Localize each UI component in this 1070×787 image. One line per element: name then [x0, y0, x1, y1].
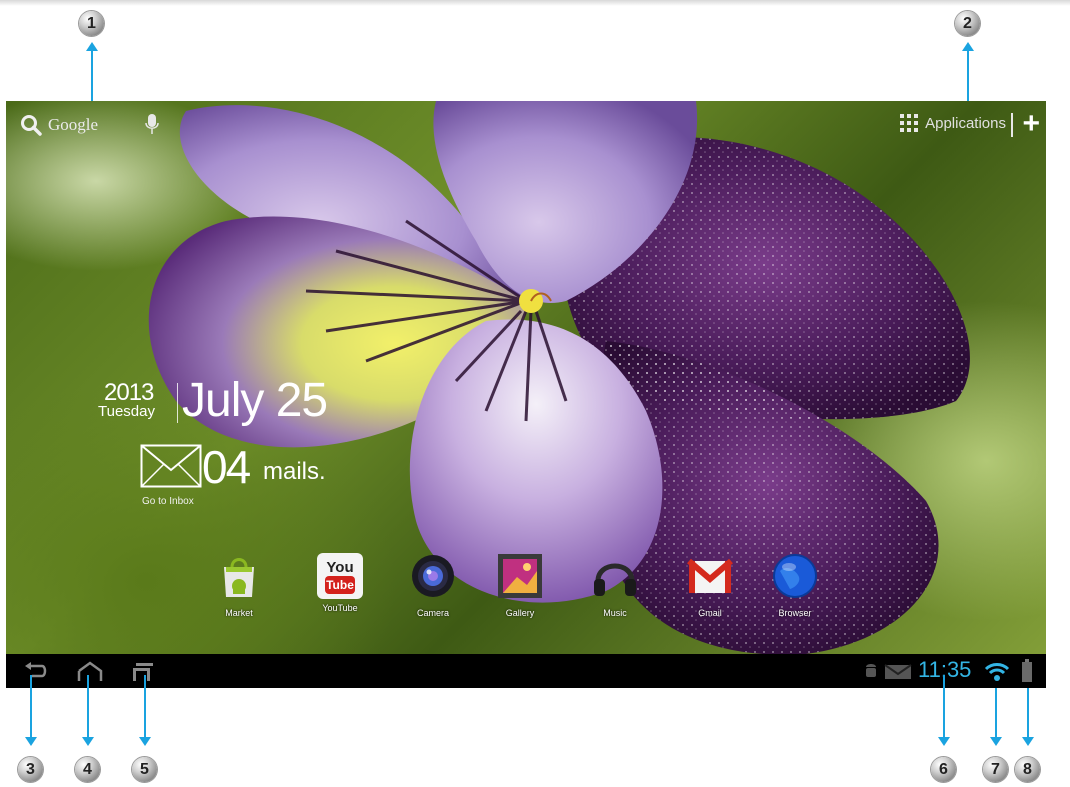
dock-app-label: Gallery: [505, 608, 535, 618]
home-icon[interactable]: [76, 661, 104, 683]
dock-app-gmail[interactable]: Gmail: [668, 553, 752, 618]
callout-5-arrow: [139, 675, 151, 746]
music-icon: [594, 563, 636, 596]
page-top-border: [0, 0, 1070, 6]
back-icon[interactable]: [22, 662, 48, 682]
callout-7-arrow: [990, 688, 1002, 746]
dock-app-music[interactable]: Music: [573, 553, 657, 618]
mail-notification-icon: [884, 664, 912, 679]
mail-unit: mails.: [263, 458, 326, 485]
date-weekday: Tuesday: [98, 403, 155, 420]
browser-icon: [773, 554, 817, 598]
apps-label: Applications: [925, 114, 1006, 132]
callout-3-arrow: [25, 675, 37, 746]
callout-3: 3: [18, 757, 43, 782]
search-icon: [21, 115, 42, 136]
callout-8: 8: [1015, 757, 1040, 782]
apps-button[interactable]: Applications: [899, 113, 1006, 133]
plus-icon[interactable]: +: [1022, 109, 1040, 139]
date-main: July 25: [182, 374, 328, 427]
apps-grid-icon: [900, 114, 919, 132]
market-icon: [224, 558, 254, 597]
mic-icon[interactable]: [145, 113, 159, 135]
camera-icon: [412, 555, 454, 597]
callout-4-arrow: [82, 675, 94, 746]
dock-app-label: YouTube: [322, 603, 358, 613]
dock-app-label: Browser: [778, 608, 812, 618]
dock-app-market[interactable]: Market: [197, 553, 281, 618]
actionbar-divider: [1011, 113, 1013, 137]
youtube-logo-tube: Tube: [325, 576, 355, 594]
callout-1: 1: [79, 11, 104, 36]
dock-app-camera[interactable]: Camera: [391, 553, 475, 618]
callout-2: 2: [955, 11, 980, 36]
callout-6-arrow: [938, 675, 950, 746]
recent-apps-icon[interactable]: [130, 661, 156, 683]
dock-app-label: Camera: [416, 608, 449, 618]
callout-4: 4: [75, 757, 100, 782]
google-search-bar[interactable]: Google: [20, 111, 98, 139]
dock-app-gallery[interactable]: Gallery: [478, 553, 562, 618]
dock-app-label: Market: [225, 608, 253, 618]
android-debug-icon: [866, 664, 876, 677]
gmail-icon: [687, 558, 733, 593]
go-to-inbox-link[interactable]: Go to Inbox: [142, 496, 194, 507]
date-divider: [177, 383, 178, 423]
tablet-screen: Google Applications + 2013 Tuesday July …: [6, 101, 1046, 688]
callout-7: 7: [983, 757, 1008, 782]
youtube-icon: You Tube: [317, 553, 363, 599]
gallery-icon: [498, 554, 542, 598]
battery-icon[interactable]: [1021, 659, 1033, 683]
dock-app-label: Music: [603, 608, 627, 618]
callout-5: 5: [132, 757, 157, 782]
mail-count: 04: [202, 441, 251, 493]
dock-app-youtube[interactable]: You Tube YouTube: [298, 553, 382, 613]
search-label: Google: [48, 115, 99, 134]
wifi-icon[interactable]: [984, 661, 1010, 683]
callout-6: 6: [931, 757, 956, 782]
youtube-logo-you: You: [326, 559, 354, 576]
dock-app-label: Gmail: [698, 608, 722, 618]
envelope-icon: [140, 444, 202, 488]
dock-app-browser[interactable]: Browser: [753, 553, 837, 618]
system-bar: 11:35: [6, 654, 1046, 688]
callout-8-arrow: [1022, 688, 1034, 746]
